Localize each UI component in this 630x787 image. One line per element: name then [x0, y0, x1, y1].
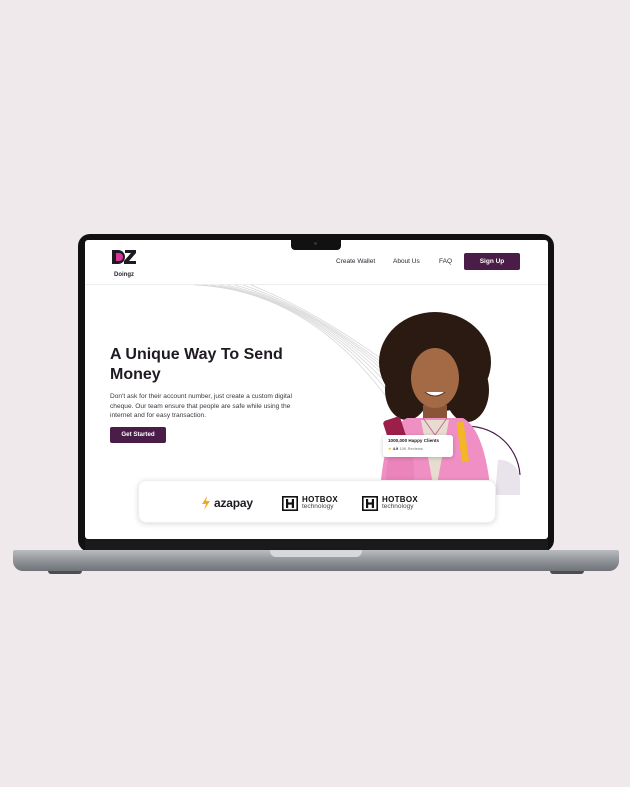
- laptop-opening-notch: [270, 550, 362, 557]
- camera-icon: [314, 242, 317, 245]
- lightning-icon: [202, 496, 210, 510]
- brand-logo[interactable]: Doingz: [111, 249, 141, 278]
- partner-subtitle: technology: [382, 503, 414, 510]
- hero-description: Don't ask for their account number, just…: [110, 393, 292, 419]
- hotbox-logo-icon: [282, 495, 298, 511]
- happy-clients-card: 1000,000 Happy Clients ★ 4.9 10K Reviews: [383, 435, 453, 457]
- doingz-logo-icon: [112, 250, 136, 264]
- partner-name: HOTBOX: [302, 495, 339, 504]
- hotbox-logo-icon: [362, 495, 378, 511]
- partner-hotbox-1[interactable]: HOTBOX technology: [282, 495, 338, 511]
- hero-person-image: [379, 312, 521, 495]
- partner-hotbox-2[interactable]: HOTBOX technology: [362, 495, 418, 511]
- partner-name: azapay: [214, 496, 253, 510]
- hero-title: A Unique Way To Send Money: [110, 346, 283, 383]
- partner-name: HOTBOX: [382, 495, 419, 504]
- partner-subtitle: technology: [302, 503, 334, 510]
- partners-bar: azapay HOTBOX technology HOTBOX technolo…: [138, 480, 496, 523]
- star-icon: ★: [388, 446, 392, 451]
- get-started-button[interactable]: Get Started: [110, 427, 166, 443]
- review-count: 10K Reviews: [399, 446, 423, 451]
- happy-clients-title: 1000,000 Happy Clients: [388, 438, 440, 443]
- nav-link-create-wallet[interactable]: Create Wallet: [336, 258, 375, 265]
- partner-azapay[interactable]: azapay: [201, 495, 253, 511]
- brand-name: Doingz: [114, 272, 134, 278]
- rating-value: 4.9: [392, 446, 399, 451]
- nav-link-about-us[interactable]: About Us: [393, 258, 420, 265]
- nav-link-faq[interactable]: FAQ: [439, 258, 452, 265]
- laptop-screen: Doingz Create Wallet About Us FAQ Sign U…: [85, 240, 548, 539]
- rating-row: ★ 4.9 10K Reviews: [388, 446, 448, 451]
- laptop-foot-left: [48, 571, 82, 574]
- laptop-foot-right: [550, 571, 584, 574]
- sign-up-button[interactable]: Sign Up: [464, 253, 520, 270]
